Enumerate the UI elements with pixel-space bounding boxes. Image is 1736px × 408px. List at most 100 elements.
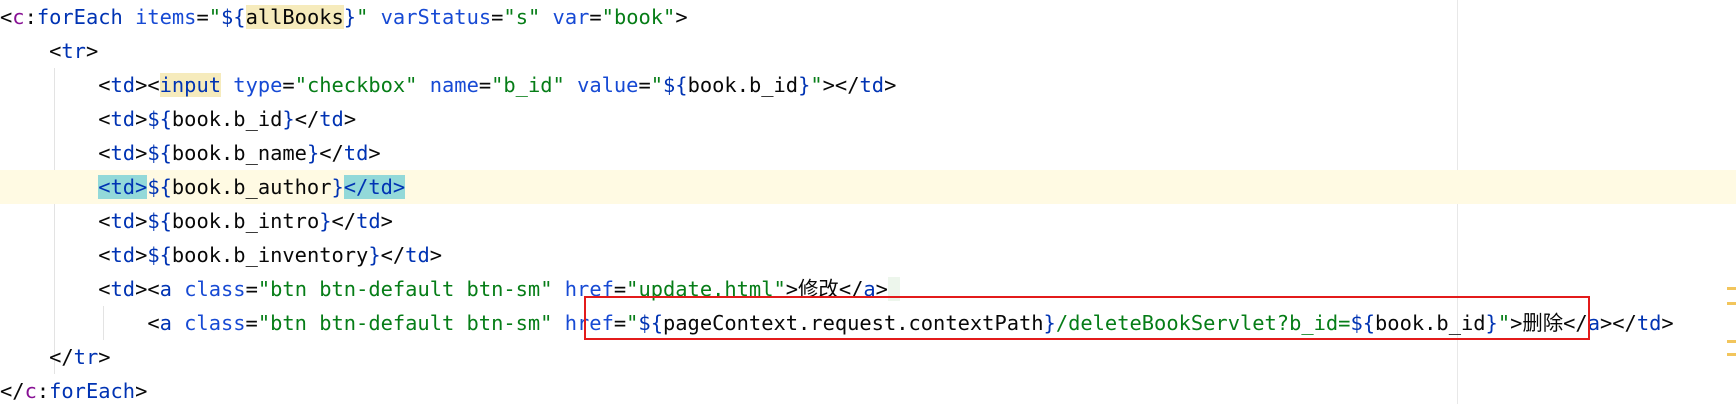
error-stripe-mark[interactable] xyxy=(1727,353,1736,356)
error-stripe-mark[interactable] xyxy=(1727,302,1736,305)
code-token: 删除 xyxy=(1522,311,1564,335)
code-token: allBooks xyxy=(245,5,344,29)
code-token: class xyxy=(184,311,246,335)
code-token: "s" xyxy=(503,5,541,29)
code-token: >< xyxy=(135,277,160,301)
code-token: items xyxy=(135,5,197,29)
code-line[interactable]: <td><input type="checkbox" name="b_id" v… xyxy=(0,68,1736,102)
code-token: > xyxy=(429,243,443,267)
code-token: </ xyxy=(0,345,74,369)
error-stripe-mark[interactable] xyxy=(1727,340,1736,343)
code-token: td xyxy=(110,73,136,97)
code-token: href xyxy=(564,277,614,301)
code-token: type xyxy=(233,73,283,97)
code-token: td xyxy=(356,209,381,233)
code-line[interactable]: <tr> xyxy=(0,34,1736,68)
code-token: class xyxy=(184,277,246,301)
code-token: > xyxy=(884,73,897,97)
code-token: > xyxy=(343,107,357,131)
code-token: /deleteBookServlet?b_id= xyxy=(1055,311,1351,335)
code-token: tr xyxy=(61,39,86,63)
code-token: td xyxy=(343,141,369,165)
code-token: a xyxy=(159,277,172,301)
code-token: > xyxy=(135,209,148,233)
code-token: } xyxy=(343,5,357,29)
code-token: book.b_id xyxy=(171,107,283,131)
code-line[interactable]: <td><a class="btn btn-default btn-sm" hr… xyxy=(0,272,1736,306)
code-token: ></ xyxy=(1600,311,1637,335)
code-token: " xyxy=(810,73,823,97)
code-token: name xyxy=(429,73,479,97)
code-token: "btn btn-default btn-sm" xyxy=(257,277,553,301)
code-token: td xyxy=(110,141,136,165)
code-token: > xyxy=(135,141,148,165)
code-token: ></ xyxy=(822,73,860,97)
code-token: var xyxy=(552,5,590,29)
code-token: a xyxy=(863,277,876,301)
error-stripe-mark[interactable] xyxy=(1727,287,1736,290)
code-token: td xyxy=(110,209,136,233)
code-token: ${ xyxy=(147,175,172,199)
code-line[interactable]: <td>${book.b_intro}</td> xyxy=(0,204,1736,238)
code-token: pageContext.request.contextPath xyxy=(662,311,1044,335)
code-token: td xyxy=(405,243,430,267)
code-token: < xyxy=(0,107,111,131)
code-line[interactable]: <c:forEach items="${allBooks}" varStatus… xyxy=(0,0,1736,34)
code-token: = xyxy=(245,277,258,301)
code-line[interactable]: <td>${book.b_id}</td> xyxy=(0,102,1736,136)
code-token: : xyxy=(24,5,37,29)
code-token xyxy=(887,277,901,301)
code-token: } xyxy=(798,73,811,97)
code-token: ${ xyxy=(147,141,172,165)
code-line[interactable]: <a class="btn btn-default btn-sm" href="… xyxy=(0,306,1736,340)
code-token: forEach xyxy=(49,379,136,403)
code-editor[interactable]: <c:forEach items="${allBooks}" varStatus… xyxy=(0,0,1736,404)
code-token: < xyxy=(0,141,111,165)
code-token: > xyxy=(380,209,393,233)
code-line[interactable]: </tr> xyxy=(0,340,1736,374)
code-token: a xyxy=(1587,311,1600,335)
code-token: ${ xyxy=(1350,311,1376,335)
code-token: > xyxy=(368,141,381,165)
code-token: = xyxy=(245,311,258,335)
code-token: < xyxy=(0,5,13,29)
code-token: </td> xyxy=(343,175,406,199)
code-line[interactable]: <td>${book.b_author}</td> xyxy=(0,170,1736,204)
code-token: book.b_intro xyxy=(171,209,320,233)
code-token: tr xyxy=(73,345,99,369)
code-token: " xyxy=(626,311,639,335)
code-token: book.b_name xyxy=(171,141,307,165)
code-token: <td> xyxy=(98,175,148,199)
code-token: " xyxy=(650,73,664,97)
code-token: < xyxy=(0,73,111,97)
code-token: td xyxy=(110,277,136,301)
code-token: } xyxy=(306,141,320,165)
code-line[interactable]: <td>${book.b_name}</td> xyxy=(0,136,1736,170)
code-token: "update.html" xyxy=(626,277,786,301)
code-token: </ xyxy=(380,243,406,267)
code-token: = xyxy=(613,311,627,335)
code-token: ${ xyxy=(663,73,688,97)
code-token: } xyxy=(1485,311,1498,335)
code-token: > xyxy=(135,243,148,267)
code-token: = xyxy=(638,73,651,97)
code-line[interactable]: <td>${book.b_inventory}</td> xyxy=(0,238,1736,272)
code-token: td xyxy=(1636,311,1662,335)
code-token: ${ xyxy=(147,107,172,131)
code-token: >< xyxy=(135,73,160,97)
code-token: = xyxy=(589,5,602,29)
code-token: = xyxy=(613,277,627,301)
code-token: > xyxy=(675,5,688,29)
code-token: </ xyxy=(331,209,357,233)
code-token: "checkbox" xyxy=(294,73,418,97)
code-line[interactable]: </c:forEach> xyxy=(0,374,1736,408)
code-token: : xyxy=(36,379,50,403)
